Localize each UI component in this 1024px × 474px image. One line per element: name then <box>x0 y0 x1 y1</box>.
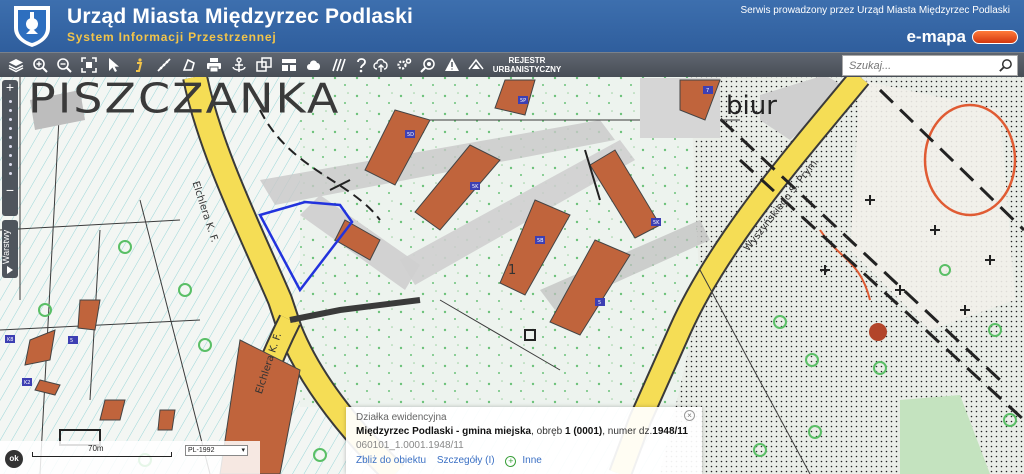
popup-sep-2: , numer dz. <box>602 426 653 437</box>
select-arrow-icon[interactable] <box>103 55 124 75</box>
popup-obreb: 1 (0001) <box>565 426 603 437</box>
geoserver-logo[interactable] <box>972 30 1018 44</box>
chevron-down-icon: ▾ <box>241 447 245 454</box>
plus-circle-icon[interactable]: + <box>505 456 517 467</box>
cloud-icon[interactable] <box>303 55 324 75</box>
header-bar: Urząd Miasta Międzyrzec Podlaski System … <box>0 0 1024 52</box>
other-link[interactable]: Inne <box>522 455 541 466</box>
layers-icon[interactable] <box>5 55 26 75</box>
city-crest-logo <box>14 6 50 47</box>
popup-sep-1: , obręb <box>531 426 565 437</box>
details-link[interactable]: Szczegóły (I) <box>437 455 495 466</box>
anchor-icon[interactable] <box>228 55 249 75</box>
popup-header: Działka ewidencyjna <box>356 412 447 423</box>
settings-icon[interactable] <box>393 55 414 75</box>
print-icon[interactable] <box>203 55 224 75</box>
zoom-level-dot[interactable] <box>8 127 12 130</box>
svg-text:K8: K8 <box>7 337 13 343</box>
crs-value: PL-1992 <box>188 447 215 454</box>
hatch-icon[interactable] <box>328 55 349 75</box>
crs-select[interactable]: PL-1992 ▾ <box>185 445 248 456</box>
popup-location: Międzyrzec Podlaski - gmina miejska <box>356 426 532 437</box>
zoom-level-dot[interactable] <box>8 109 12 112</box>
svg-text:5D: 5D <box>407 132 414 138</box>
svg-text:5: 5 <box>70 338 73 344</box>
locate-icon[interactable] <box>417 55 438 75</box>
zoom-in-icon[interactable] <box>29 55 50 75</box>
popup-parcel-id: 060101_1.0001.1948/11 <box>356 440 464 451</box>
zoom-level-dot[interactable] <box>8 154 12 157</box>
info-icon[interactable] <box>128 55 149 75</box>
zoom-level-dot[interactable] <box>8 163 12 166</box>
e-mapa-brand[interactable]: e-mapa <box>906 27 966 47</box>
zoom-level-dot[interactable] <box>8 172 12 175</box>
zoom-out-button[interactable]: − <box>2 183 18 197</box>
popup-parcel-number: 1948/11 <box>652 426 688 437</box>
svg-text:5B: 5B <box>537 238 544 244</box>
layers-tab-label: Warstwy <box>1 229 12 265</box>
map-place-label: PISZCZANKA <box>28 77 341 123</box>
search-input[interactable] <box>843 56 993 76</box>
close-button[interactable]: × <box>684 410 695 421</box>
urban-registry-button[interactable]: REJESTR URBANISTYCZNY <box>491 56 563 74</box>
measure-area-icon[interactable] <box>178 55 199 75</box>
search-box <box>842 55 1018 76</box>
map-parcel-number: 1 <box>508 263 517 278</box>
svg-text:7: 7 <box>706 88 709 94</box>
search-icon[interactable] <box>998 58 1013 73</box>
warning-icon[interactable] <box>441 55 462 75</box>
zoom-level-dot[interactable] <box>8 145 12 148</box>
upload-cloud-icon[interactable] <box>370 55 391 75</box>
toolbar: REJESTR URBANISTYCZNY <box>0 52 1024 77</box>
svg-text:K2: K2 <box>24 380 30 386</box>
zoom-level-dot[interactable] <box>8 100 12 103</box>
zoom-bar: + − <box>2 80 18 216</box>
popup-links: Zbliż do obiektu Szczegóły (I) + Inne <box>356 455 692 467</box>
help-icon[interactable] <box>350 55 371 75</box>
app-root: Urząd Miasta Międzyrzec Podlaski System … <box>0 0 1024 474</box>
svg-text:5K: 5K <box>472 184 479 190</box>
layout-icon[interactable] <box>278 55 299 75</box>
svg-text:5P: 5P <box>520 98 526 104</box>
zoom-out-icon[interactable] <box>53 55 74 75</box>
measure-distance-icon[interactable] <box>153 55 174 75</box>
svg-text:5: 5 <box>598 300 601 306</box>
zoom-level-dot[interactable] <box>8 118 12 121</box>
view-icon[interactable] <box>465 55 486 75</box>
popup-parcel-description: Międzyrzec Podlaski - gmina miejska, obr… <box>356 426 692 437</box>
urban-registry-label-1: REJESTR <box>508 56 546 65</box>
scale-bar <box>32 452 172 457</box>
ok-button[interactable]: ok <box>5 450 23 468</box>
app-title: Urząd Miasta Międzyrzec Podlaski <box>67 5 414 28</box>
map-building-label: biur <box>726 91 777 121</box>
zoom-to-object-link[interactable]: Zbliż do obiektu <box>356 455 426 466</box>
zoom-in-button[interactable]: + <box>2 80 18 94</box>
copy-icon[interactable] <box>253 55 274 75</box>
zoom-extent-icon[interactable] <box>78 55 99 75</box>
zoom-level-dot[interactable] <box>8 136 12 139</box>
parcel-info-popup: × Działka ewidencyjna Międzyrzec Podlask… <box>346 407 702 474</box>
service-provider-text: Serwis prowadzony przez Urząd Miasta Mię… <box>740 5 1010 16</box>
expand-arrow-icon <box>7 266 13 274</box>
app-subtitle: System Informacji Przestrzennej <box>67 30 277 44</box>
layers-panel-tab[interactable]: Warstwy <box>1 220 18 278</box>
urban-registry-label-2: URBANISTYCZNY <box>492 65 562 74</box>
svg-text:5K: 5K <box>653 220 660 226</box>
